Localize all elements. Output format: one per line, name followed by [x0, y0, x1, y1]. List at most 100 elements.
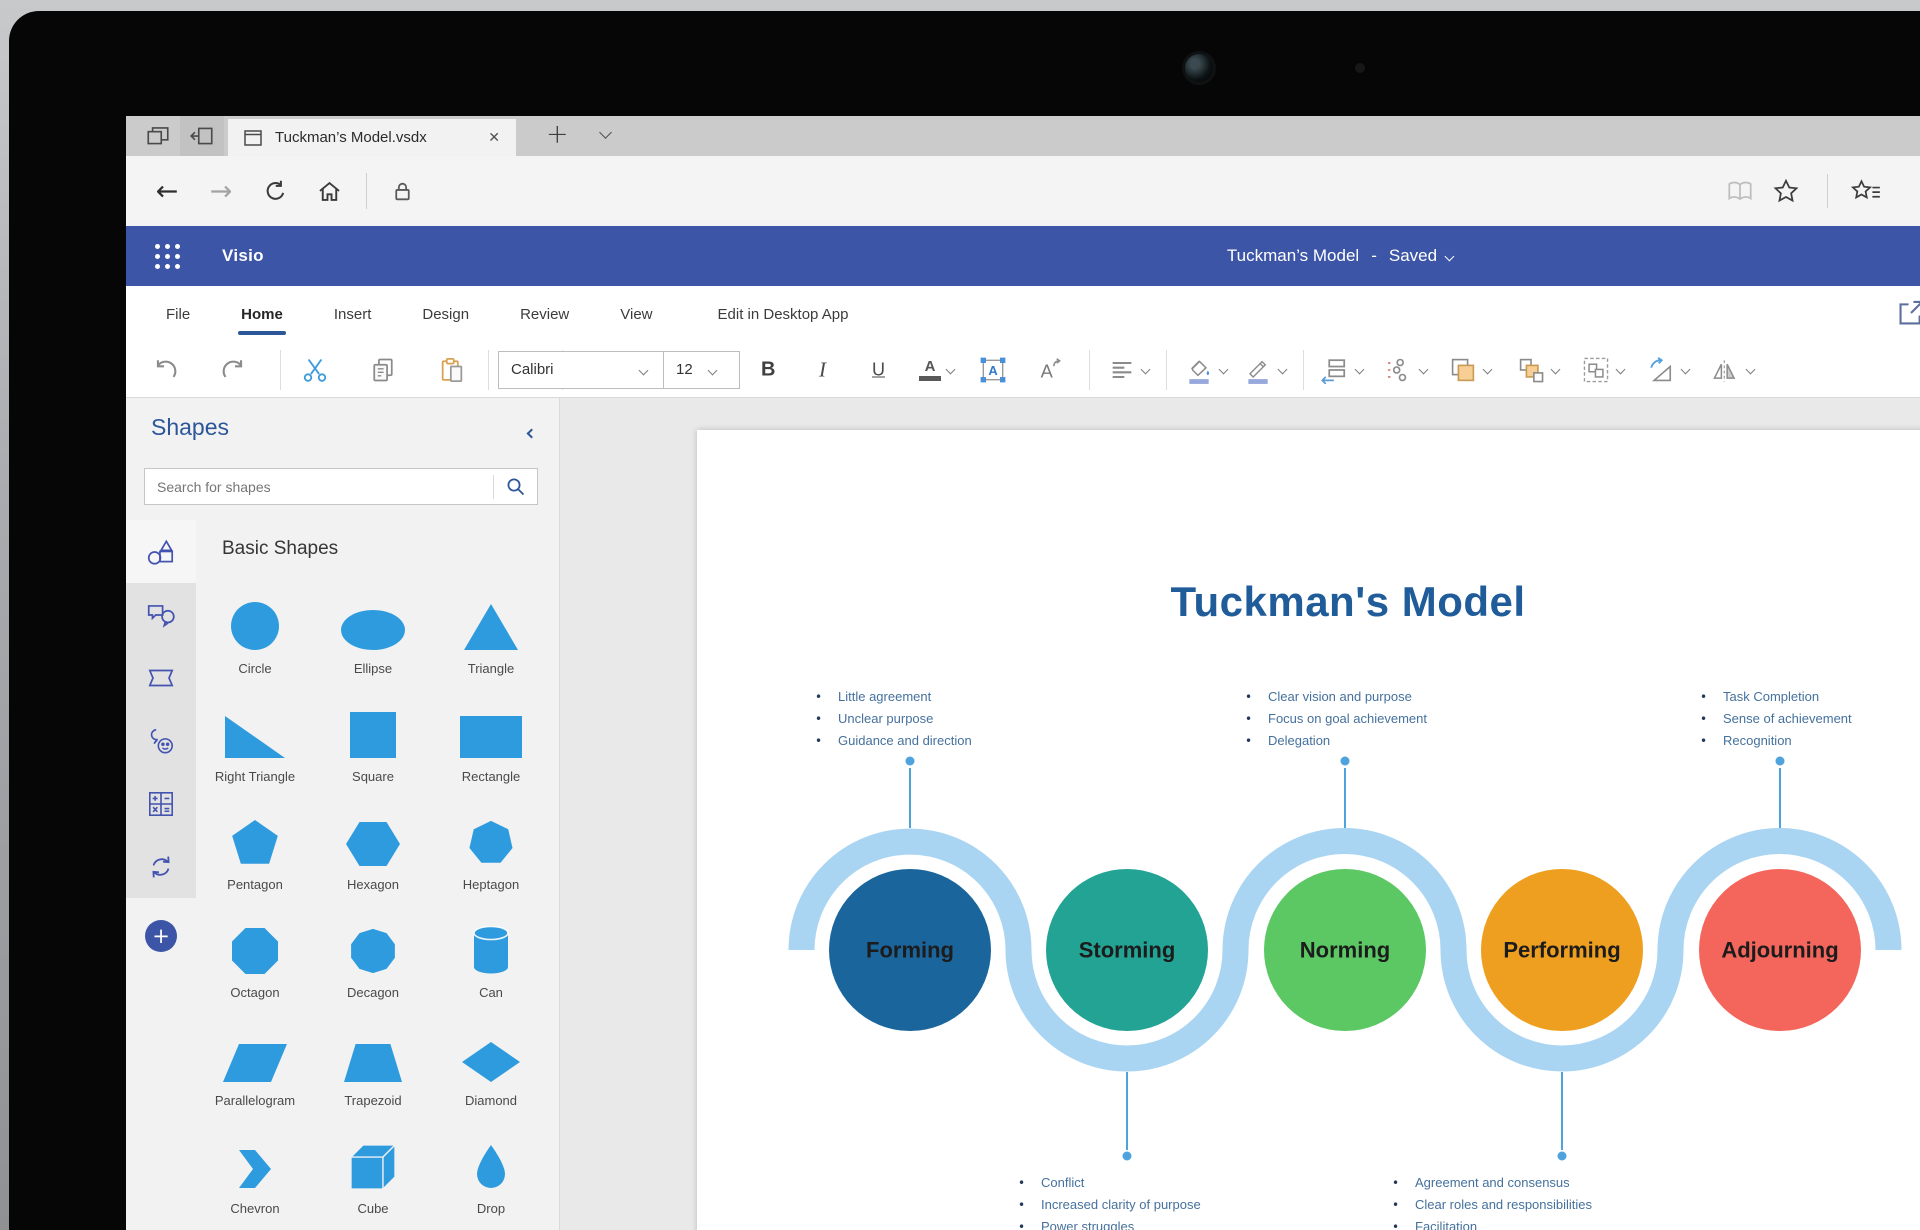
- shape-rectangle[interactable]: Rectangle: [460, 680, 522, 788]
- shape-can[interactable]: Can: [473, 896, 509, 1004]
- tab-close-icon[interactable]: ✕: [484, 126, 504, 150]
- group-icon[interactable]: [1581, 355, 1624, 385]
- svg-text:A: A: [988, 362, 997, 377]
- drawing-canvas[interactable]: Tuckman's Model FormingStormingNormingPe…: [560, 398, 1920, 1230]
- copy-icon[interactable]: [369, 356, 397, 384]
- diamond-shape-icon: [462, 1022, 520, 1082]
- callouts-stencil-icon[interactable]: [126, 583, 196, 646]
- fill-color-icon[interactable]: [1184, 355, 1227, 385]
- ribbon-tab-home[interactable]: Home: [239, 301, 285, 328]
- add-stencil-icon[interactable]: +: [145, 920, 177, 952]
- search-input[interactable]: [145, 479, 493, 495]
- divider: [1827, 174, 1828, 208]
- shape-label: Rectangle: [462, 769, 521, 784]
- shape-right-triangle[interactable]: Right Triangle: [215, 680, 295, 788]
- tab-preview-icon[interactable]: [136, 116, 180, 156]
- divider: [1303, 350, 1304, 390]
- paste-icon[interactable]: [438, 356, 466, 384]
- shape-cube[interactable]: Cube: [350, 1112, 396, 1220]
- notes-adjourning[interactable]: •Task Completion•Sense of achievement•Re…: [1700, 686, 1852, 752]
- rotate-icon[interactable]: [1646, 356, 1689, 384]
- math-shapes-stencil-icon[interactable]: [126, 772, 196, 835]
- shape-trapezoid[interactable]: Trapezoid: [344, 1004, 402, 1112]
- cut-icon[interactable]: [302, 356, 328, 384]
- ribbon-tab-review[interactable]: Review: [518, 301, 571, 328]
- font-size-value: 12: [664, 361, 697, 378]
- refresh-icon[interactable]: [254, 170, 296, 212]
- ribbon-tab-view[interactable]: View: [618, 301, 654, 328]
- note-text: Clear roles and responsibilities: [1415, 1194, 1592, 1215]
- sync-stencil-icon[interactable]: [126, 835, 196, 898]
- fun-shapes-stencil-icon[interactable]: [126, 709, 196, 772]
- shape-hexagon[interactable]: Hexagon: [346, 788, 400, 896]
- text-align-icon[interactable]: [1108, 357, 1149, 383]
- connection-points-icon[interactable]: [1384, 356, 1427, 384]
- reading-view-icon[interactable]: [1719, 170, 1761, 212]
- bullet-icon: •: [1245, 709, 1268, 730]
- notes-forming[interactable]: •Little agreement•Unclear purpose•Guidan…: [815, 686, 972, 752]
- ribbon-tab-design[interactable]: Design: [420, 301, 471, 328]
- ribbon-tab-file[interactable]: File: [164, 301, 192, 328]
- notes-norming[interactable]: •Clear vision and purpose•Focus on goal …: [1245, 686, 1427, 752]
- banner-stencil-icon[interactable]: [126, 646, 196, 709]
- bold-button[interactable]: B: [761, 358, 775, 381]
- underline-button[interactable]: U: [872, 359, 885, 380]
- back-button[interactable]: ←: [146, 170, 188, 212]
- tuckman-diagram: FormingStormingNormingPerformingAdjourni…: [697, 430, 1920, 1230]
- notes-performing[interactable]: •Agreement and consensus•Clear roles and…: [1392, 1172, 1592, 1230]
- home-icon[interactable]: [308, 170, 350, 212]
- add-favorite-star-icon[interactable]: [1765, 170, 1807, 212]
- divider: [1166, 350, 1167, 390]
- shape-parallelogram[interactable]: Parallelogram: [215, 1004, 295, 1112]
- font-name-dropdown[interactable]: Calibri 12: [498, 351, 740, 389]
- flip-icon[interactable]: [1711, 356, 1754, 384]
- notes-storming[interactable]: •Conflict•Increased clarity of purpose•P…: [1018, 1172, 1201, 1230]
- bullet-icon: •: [1700, 687, 1723, 708]
- bullet-icon: •: [815, 731, 838, 752]
- ribbon-tab-edit-in-desktop-app[interactable]: Edit in Desktop App: [716, 301, 851, 328]
- shape-diamond[interactable]: Diamond: [462, 1004, 520, 1112]
- ribbon-tab-insert[interactable]: Insert: [332, 301, 374, 328]
- browser-nav-bar: ← →: [126, 156, 1920, 226]
- browser-tab[interactable]: Tuckman’s Model.vsdx ✕: [228, 119, 516, 156]
- document-title-group[interactable]: Tuckman’s Model - Saved: [1227, 246, 1453, 266]
- right-triangle-shape-icon: [225, 698, 285, 758]
- search-icon[interactable]: [494, 469, 537, 504]
- line-color-icon[interactable]: [1243, 355, 1286, 385]
- open-in-new-window-icon[interactable]: [1895, 297, 1920, 334]
- font-size-dropdown[interactable]: 12: [663, 352, 739, 388]
- shape-square[interactable]: Square: [350, 680, 396, 788]
- bullet-icon: •: [815, 709, 838, 730]
- basic-shapes-stencil-icon[interactable]: [126, 520, 196, 583]
- forward-button[interactable]: →: [200, 170, 242, 212]
- shape-triangle[interactable]: Triangle: [464, 572, 518, 680]
- italic-button[interactable]: I: [819, 357, 826, 382]
- bring-forward-icon[interactable]: [1448, 355, 1491, 385]
- shape-heptagon[interactable]: Heptagon: [463, 788, 519, 896]
- chevron-down-icon: [707, 366, 717, 376]
- shape-drop[interactable]: Drop: [475, 1112, 507, 1220]
- font-color-button[interactable]: A: [919, 359, 954, 381]
- note-line: •Facilitation: [1392, 1216, 1592, 1230]
- collapse-panel-chevron-icon[interactable]: [528, 424, 535, 442]
- align-position-icon[interactable]: [1320, 356, 1363, 384]
- app-launcher-icon[interactable]: [150, 239, 184, 273]
- shape-chevron[interactable]: Chevron: [230, 1112, 279, 1220]
- shape-decagon[interactable]: Decagon: [347, 896, 399, 1004]
- undo-icon[interactable]: [151, 356, 181, 384]
- send-backward-icon[interactable]: [1516, 355, 1559, 385]
- browser-tab-bar: Tuckman’s Model.vsdx ✕ +: [126, 116, 1920, 156]
- divider: [280, 350, 281, 390]
- set-tabs-aside-icon[interactable]: [180, 116, 224, 156]
- favorites-hub-icon[interactable]: [1844, 170, 1886, 212]
- shape-ellipse[interactable]: Ellipse: [341, 572, 405, 680]
- shape-octagon[interactable]: Octagon: [230, 896, 279, 1004]
- new-tab-button[interactable]: +: [540, 118, 575, 156]
- text-block-icon[interactable]: A: [979, 356, 1007, 384]
- character-spacing-icon[interactable]: A: [1036, 356, 1064, 384]
- shape-pentagon[interactable]: Pentagon: [227, 788, 283, 896]
- tab-list-chevron-icon[interactable]: [601, 124, 610, 142]
- square-shape-icon: [350, 698, 396, 758]
- redo-icon[interactable]: [218, 356, 248, 384]
- shape-circle[interactable]: Circle: [231, 572, 279, 680]
